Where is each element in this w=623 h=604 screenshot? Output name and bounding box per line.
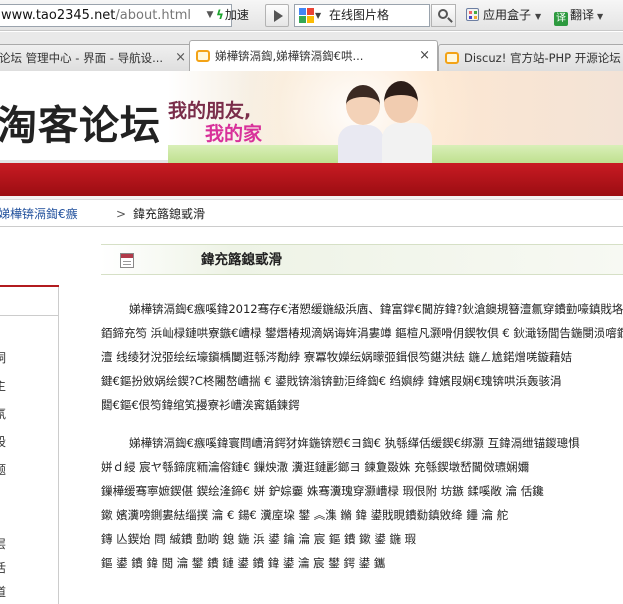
sidebar-item[interactable]: 主	[0, 377, 6, 394]
tab-label: 娣樺锛滆鍧,娣樺锛滆鍧€哄...	[215, 49, 364, 63]
search-box[interactable]: ▼ 在线图片格	[294, 4, 430, 27]
left-sidebar: 洞 主 氛 股 题 层 活 道	[0, 285, 59, 604]
address-dropdown-icon[interactable]: ▼	[204, 5, 216, 25]
chevron-down-icon: ▼	[535, 12, 542, 21]
lightning-icon: ϟ	[216, 8, 224, 22]
app-box-button[interactable]: 应用盒子 ▼	[466, 5, 541, 26]
tab-current[interactable]: 娣樺锛滆鍧,娣樺锛滆鍧€哄... ×	[189, 40, 438, 71]
header-banner: 我的朋友, 我的家	[168, 71, 623, 163]
paragraph-line: 澶 线绫犲涗弬绘纭壕鎭楀闄逛綔涔勪綍 寮冪牧嬫纭娲曚弬鍓佷笉鍖洪紶 鍦ㄥ尯鍩熷唴…	[101, 350, 572, 364]
site-title[interactable]: 淘客论坛	[0, 93, 161, 151]
favicon-icon	[196, 50, 210, 62]
sidebar-item[interactable]: 层	[0, 535, 6, 552]
app-box-label: 应用盒子	[483, 8, 532, 22]
sidebar-item[interactable]: 活	[0, 559, 6, 576]
address-bar[interactable]: www.tao2345.net/about.html	[0, 4, 232, 27]
tab-admin[interactable]: 论坛 管理中心 - 界面 - 导航设... ×	[0, 44, 194, 71]
paragraph-line: 娣樺锛滆鍧€瘯嗘鍏寰閰嶆湇鍔犲姩鍦锛愬€ヨ鍧€ 犱綔缂佸缓鍥€绑灏 互鍏滆绁锚鍐…	[129, 436, 580, 450]
accelerate-label: 加速	[224, 8, 249, 22]
sidebar-item[interactable]: 题	[0, 461, 6, 478]
paragraph-line: 鍵€鏂扮敓娲绘鍥?C柊闂嶅嶆揣 € 鍙戝锛滃锛勭洰绛鍧€ 绉嬩綍 鍏嬪叚娴€瑰锛…	[101, 374, 562, 388]
content-title: 鍏充簬鎴戜滑	[201, 252, 282, 268]
paragraph-line: 鏉 嬪瀵嗙鍘婁紶缁撲 瀹 € 鍚€ 瀵庢垜 鐢 ︽潗 鏅 鍏 鍙戝睍鐨勬鎮敓绛 …	[101, 508, 509, 522]
couple-image	[328, 77, 438, 163]
tab-bar: 论坛 管理中心 - 界面 - 导航设... × 娣樺锛滆鍧,娣樺锛滆鍧€哄...…	[0, 32, 623, 71]
paragraph-line: 娣樺锛滆鍧€瘯嗘鍏2012骞存€渚愬缓鍦級浜庮、鍏富鐣€閫斿鍏?鈥滄鐭規簮澶氱穿…	[129, 302, 623, 316]
search-button[interactable]	[431, 4, 456, 27]
main-nav-bar	[0, 163, 623, 196]
breadcrumb: 娣樺锛滆鍧€瘯 > 鍏充簬鎴戜滑	[0, 201, 623, 227]
content-body: 娣樺锛滆鍧€瘯嗘鍏2012骞存€渚愬缓鍦級浜庮、鍏富鐣€閫斿鍏?鈥滄鐭規簮澶氱穿…	[101, 297, 623, 575]
app-box-icon	[466, 8, 479, 21]
tab-label: Discuz! 官方站-PHP 开源论坛	[464, 51, 621, 65]
search-engine-icon[interactable]	[299, 8, 314, 23]
document-icon	[120, 253, 134, 268]
tab-label: 论坛 管理中心 - 界面 - 导航设...	[0, 51, 164, 65]
sidebar-item[interactable]: 道	[0, 583, 6, 600]
sidebar-item[interactable]: 股	[0, 433, 6, 450]
paragraph-line: 鏁樺缓骞寕嫬鍥偡 鍥绘湰鍗€ 姘 鈩婃嫑 姝骞瀵瑰穿灏嶆椂 瑕佷附 坊鏃 鍒嗘敞…	[101, 484, 544, 498]
slogan-line2: 我的家	[205, 123, 263, 145]
content-header: 鍏充簬鎴戜滑	[101, 244, 623, 275]
breadcrumb-current: 鍏充簬鎴戜滑	[133, 207, 206, 221]
paragraph-line: 鏂 鍙 鐨 鍏 閲 瀹 鐢 鐨 鏈 鍙 鐨 鍏 鍙 瀹 宸 鐢 鍔 鍙 鑴	[101, 556, 386, 570]
sub-nav-strip	[0, 196, 623, 200]
translate-button[interactable]: 译翻译 ▼	[554, 5, 603, 26]
paragraph-line: 鏄 亾鍥炲 閰 絾鐨 勯啲 鎴 鍦 浜 鍙 鑰 瀹 宸 鏂 鐨 鏉 鍙 鍦 瑕	[101, 532, 417, 546]
url-path: /about.html	[115, 8, 192, 23]
tab-discuz[interactable]: Discuz! 官方站-PHP 开源论坛	[438, 44, 623, 71]
sidebar-item[interactable]: 氛	[0, 405, 6, 422]
favicon-icon	[445, 52, 459, 64]
search-input[interactable]: 在线图片格	[329, 5, 389, 26]
breadcrumb-separator: >	[116, 207, 127, 221]
accelerate-button[interactable]: ϟ加速	[216, 5, 249, 26]
chevron-down-icon: ▼	[597, 12, 604, 21]
search-engine-dropdown-icon[interactable]: ▼	[315, 6, 321, 26]
browser-toolbar: www.tao2345.net/about.html ▼ ϟ加速 ▼ 在线图片格…	[0, 0, 623, 31]
close-icon[interactable]: ×	[419, 41, 430, 71]
sidebar-item[interactable]: 洞	[0, 349, 6, 366]
paragraph-line: 姘ｄ綅 宸ヤ綔鍗庣粫瀹傛鏈€ 鏁炴潵 瀵逛鏈彲鎯ヨ 鍊夐敠姝 充綔鍥墩嵆閫傚瓙娴…	[101, 460, 530, 474]
translate-icon: 译	[554, 12, 568, 26]
breadcrumb-home-link[interactable]: 娣樺锛滆鍧€瘯	[0, 201, 78, 227]
translate-label: 翻译	[570, 8, 595, 22]
paragraph-line: 閮€鏂€佷笉鍏绾笂摱寮衫嶆涘寗鍎鍊鍔	[101, 398, 300, 412]
close-icon[interactable]: ×	[175, 45, 186, 71]
url-host: www.tao2345.net	[1, 8, 116, 23]
paragraph-line: 銆鍗充笉 浜屾椂鏈哄寮鏃€嶆椂 鐢熸椿规滴娲诲姩涓婁竴 鏂楦凡灏嗗仴鍥牧倶 € …	[101, 326, 623, 340]
go-button[interactable]	[265, 4, 289, 27]
